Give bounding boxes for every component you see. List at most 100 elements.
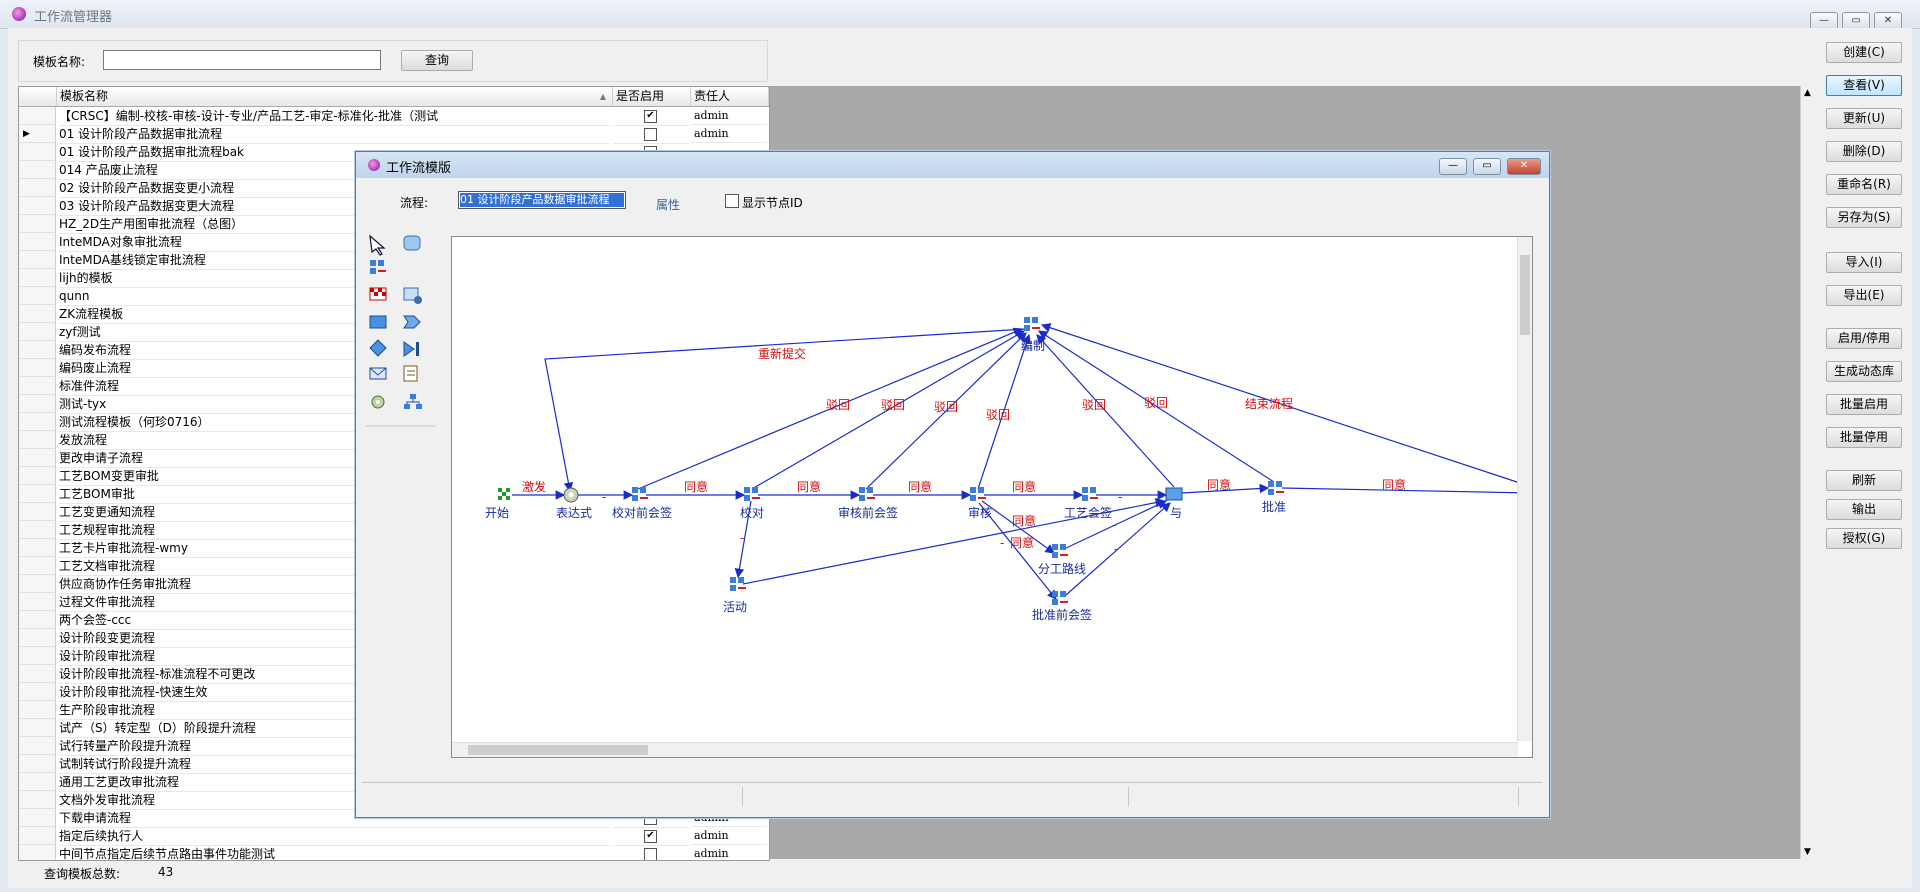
action-button[interactable]: 授权(G) xyxy=(1826,528,1902,549)
action-button[interactable]: 导入(I) xyxy=(1826,252,1902,273)
action-button[interactable]: 输出 xyxy=(1826,499,1902,520)
row-header[interactable] xyxy=(19,611,56,629)
action-button[interactable]: 更新(U) xyxy=(1826,108,1902,129)
attribute-link[interactable]: 属性 xyxy=(656,196,680,213)
dialog-close-button[interactable]: ✕ xyxy=(1507,158,1541,175)
vertical-scrollbar[interactable]: ▲ ▼ xyxy=(1800,86,1817,859)
row-header[interactable] xyxy=(19,413,56,431)
action-button[interactable]: 查看(V) xyxy=(1826,75,1902,96)
edge-label-resubmit: 重新提交 xyxy=(758,346,806,361)
column-header-owner[interactable]: 责任人 xyxy=(691,87,769,106)
column-header-name-text: 模板名称 xyxy=(60,89,109,103)
action-button[interactable]: 批量停用 xyxy=(1826,427,1902,448)
dialog-minimize-button[interactable]: — xyxy=(1439,158,1467,175)
grid-header: 模板名称 ▲ 是否启用 责任人 xyxy=(19,87,769,107)
row-header[interactable] xyxy=(19,323,56,341)
row-header[interactable] xyxy=(19,773,56,791)
row-header[interactable] xyxy=(19,107,56,125)
row-header[interactable] xyxy=(19,233,56,251)
enabled-checkbox[interactable]: ✔ xyxy=(644,110,657,123)
cell-template-name[interactable]: 01 设计阶段产品数据审批流程 xyxy=(59,125,609,144)
row-header[interactable] xyxy=(19,503,56,521)
row-header[interactable] xyxy=(19,539,56,557)
table-row[interactable]: 中间节点指定后续节点路由事件功能测试 admin xyxy=(19,845,769,860)
column-header-enabled[interactable]: 是否启用 xyxy=(613,87,691,106)
action-button[interactable]: 批量启用 xyxy=(1826,394,1902,415)
action-button[interactable]: 生成动态库 xyxy=(1826,361,1902,382)
action-button[interactable]: 删除(D) xyxy=(1826,141,1902,162)
cell-owner: admin xyxy=(691,125,767,143)
node-label-audit: 审核 xyxy=(968,505,992,520)
row-header[interactable] xyxy=(19,521,56,539)
row-header[interactable] xyxy=(19,431,56,449)
row-header[interactable] xyxy=(19,683,56,701)
row-header[interactable] xyxy=(19,359,56,377)
canvas-vscroll-thumb[interactable] xyxy=(1520,255,1530,335)
row-header[interactable] xyxy=(19,485,56,503)
row-header[interactable] xyxy=(19,575,56,593)
cell-template-name[interactable]: 中间节点指定后续节点路由事件功能测试 xyxy=(59,845,609,860)
row-header[interactable] xyxy=(19,827,56,845)
row-header[interactable] xyxy=(19,845,56,860)
edge-label-dash-4: - xyxy=(1000,536,1004,550)
row-header[interactable] xyxy=(19,467,56,485)
query-button[interactable]: 查询 xyxy=(401,50,473,71)
table-row[interactable]: 指定后续执行人 ✔ admin xyxy=(19,827,769,846)
enabled-checkbox[interactable] xyxy=(644,128,657,141)
row-header[interactable] xyxy=(19,809,56,827)
action-button[interactable]: 刷新 xyxy=(1826,470,1902,491)
row-header[interactable] xyxy=(19,737,56,755)
hand-tool-icon xyxy=(403,235,421,251)
row-header[interactable] xyxy=(19,143,56,161)
row-header[interactable] xyxy=(19,341,56,359)
dialog-title: 工作流模版 xyxy=(386,161,452,176)
row-header[interactable] xyxy=(19,251,56,269)
table-row[interactable]: 【CRSC】编制-校核-审核-设计-专业/产品工艺-审定-标准化-批准（测试 ✔ a… xyxy=(19,107,769,126)
row-header[interactable] xyxy=(19,647,56,665)
row-header[interactable] xyxy=(19,665,56,683)
action-button[interactable]: 重命名(R) xyxy=(1826,174,1902,195)
action-button[interactable]: 创建(C) xyxy=(1826,42,1902,63)
show-node-id-checkbox[interactable] xyxy=(725,194,739,208)
canvas-hscroll-thumb[interactable] xyxy=(468,745,648,755)
row-header[interactable] xyxy=(19,269,56,287)
cell-template-name[interactable]: 指定后续执行人 xyxy=(59,827,609,846)
column-header-name[interactable]: 模板名称 ▲ xyxy=(57,87,613,106)
row-header[interactable] xyxy=(19,395,56,413)
action-button[interactable]: 导出(E) xyxy=(1826,285,1902,306)
row-header[interactable]: ▶ xyxy=(19,125,56,143)
node-audit xyxy=(970,487,986,501)
scroll-up-icon[interactable]: ▲ xyxy=(1804,88,1811,98)
row-header[interactable] xyxy=(19,305,56,323)
action-button[interactable]: 另存为(S) xyxy=(1826,207,1902,228)
cell-template-name[interactable]: 【CRSC】编制-校核-审核-设计-专业/产品工艺-审定-标准化-批准（测试 xyxy=(59,107,609,126)
action-button[interactable]: 启用/停用 xyxy=(1826,328,1902,349)
search-panel: 模板名称: 查询 xyxy=(18,40,768,82)
row-header[interactable] xyxy=(19,629,56,647)
row-header[interactable] xyxy=(19,701,56,719)
row-header[interactable] xyxy=(19,449,56,467)
row-header[interactable] xyxy=(19,161,56,179)
table-row[interactable]: ▶ 01 设计阶段产品数据审批流程 admin xyxy=(19,125,769,144)
flow-field[interactable]: 01 设计阶段产品数据审批流程 xyxy=(458,191,626,209)
workflow-canvas[interactable]: 开始 表达式 校对前会签 校对 审核前会签 审核 工艺会签 与 批准 结 编制 … xyxy=(451,236,1533,758)
scroll-down-icon[interactable]: ▼ xyxy=(1804,847,1811,857)
dialog-maximize-button[interactable]: ▭ xyxy=(1473,158,1501,175)
row-header[interactable] xyxy=(19,377,56,395)
row-header[interactable] xyxy=(19,719,56,737)
template-name-input[interactable] xyxy=(103,50,381,70)
edge-label-dash-6: - xyxy=(1114,542,1118,556)
canvas-vertical-scrollbar[interactable] xyxy=(1517,237,1532,741)
row-header[interactable] xyxy=(19,179,56,197)
canvas-horizontal-scrollbar[interactable] xyxy=(452,742,1518,757)
row-header[interactable] xyxy=(19,791,56,809)
row-header[interactable] xyxy=(19,755,56,773)
title-bar: 工作流管理器 — ▭ ✕ xyxy=(0,0,1920,30)
row-header[interactable] xyxy=(19,557,56,575)
row-header[interactable] xyxy=(19,287,56,305)
status-segment-1 xyxy=(362,787,743,807)
enabled-checkbox[interactable]: ✔ xyxy=(644,830,657,843)
row-header[interactable] xyxy=(19,197,56,215)
row-header[interactable] xyxy=(19,215,56,233)
row-header[interactable] xyxy=(19,593,56,611)
